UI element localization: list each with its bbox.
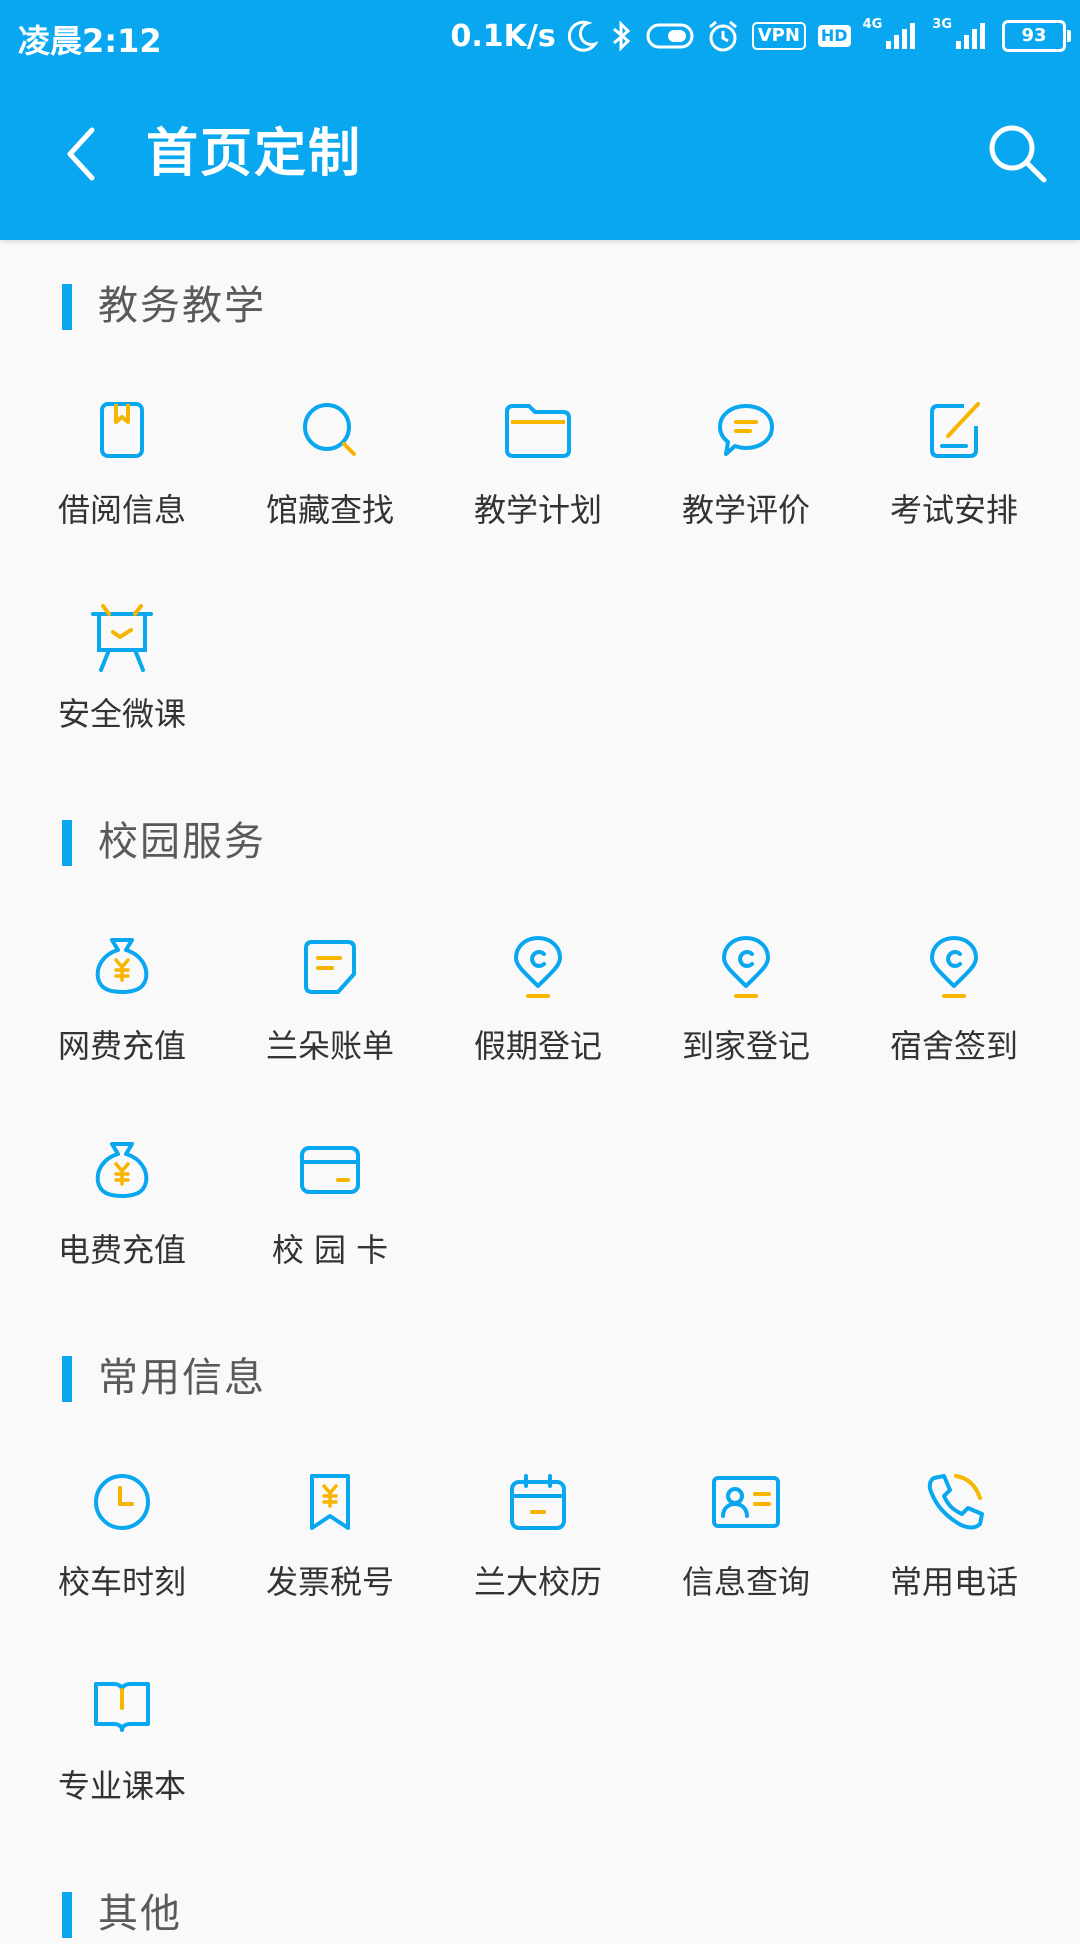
tile-label: 常用电话 [889, 1563, 1018, 1601]
tile-label: 校 园 卡 [271, 1231, 389, 1269]
location-pin-icon [716, 936, 776, 998]
moon-icon [567, 20, 598, 52]
tile-label: 校车时刻 [57, 1563, 186, 1601]
section-header: 其他 [0, 1884, 1080, 1944]
bluetooth-icon [610, 19, 634, 53]
section-marker [62, 820, 72, 866]
battery-icon: 93 [1002, 20, 1071, 52]
money-bag-icon [92, 1140, 152, 1200]
book-bookmark-icon [92, 400, 152, 460]
tile-dorm-checkin[interactable]: 宿舍签到 [854, 936, 1054, 1136]
section-marker [62, 284, 72, 330]
signal-icon [884, 21, 920, 51]
section-header: 常用信息 [0, 1348, 1080, 1408]
section-title: 校园服务 [98, 819, 266, 865]
tile-collection-search[interactable]: 馆藏查找 [230, 400, 430, 600]
tile-label: 到家登记 [681, 1027, 810, 1065]
tile-phone-numbers[interactable]: 常用电话 [854, 1472, 1054, 1672]
tile-academic-calendar[interactable]: 兰大校历 [438, 1472, 638, 1672]
section-title: 其他 [98, 1891, 182, 1937]
tile-landuo-bill[interactable]: 兰朵账单 [230, 936, 430, 1136]
folder-icon [505, 400, 571, 460]
signal-icon [954, 21, 990, 51]
clock-icon [92, 1472, 152, 1532]
tile-label: 宿舍签到 [889, 1027, 1018, 1065]
status-time: 凌晨2:12 [18, 22, 162, 60]
tile-teaching-evaluation[interactable]: 教学评价 [646, 400, 846, 600]
tile-label: 借阅信息 [57, 491, 186, 529]
search-button[interactable] [984, 120, 1052, 188]
card-icon [300, 1140, 360, 1200]
toggle-icon [646, 22, 694, 50]
tile-safety-course[interactable]: 安全微课 [22, 604, 222, 804]
easel-board-icon [91, 604, 153, 672]
tile-info-query[interactable]: 信息查询 [646, 1472, 846, 1672]
calendar-icon [508, 1472, 568, 1532]
network-type-2: 3G [932, 16, 952, 32]
magnifier-icon [300, 400, 360, 460]
section-marker [62, 1892, 72, 1938]
search-icon [989, 125, 1047, 183]
section-header: 教务教学 [0, 276, 1080, 336]
tile-network-recharge[interactable]: 网费充值 [22, 936, 222, 1136]
tile-label: 兰朵账单 [265, 1027, 394, 1065]
tile-label: 专业课本 [57, 1767, 186, 1805]
chevron-left-icon [67, 127, 95, 181]
bill-icon [300, 936, 360, 996]
back-button[interactable] [58, 124, 118, 184]
vpn-badge: VPN [751, 22, 806, 50]
tile-label: 假期登记 [473, 1027, 602, 1065]
hd-badge: HD [817, 25, 851, 47]
ticket-yen-icon [300, 1472, 360, 1532]
phone-icon [924, 1472, 984, 1532]
tile-label: 兰大校历 [473, 1563, 602, 1601]
money-bag-icon [92, 936, 152, 996]
location-pin-icon [508, 936, 568, 998]
section-header: 校园服务 [0, 812, 1080, 872]
app-bar: 首页定制 [0, 72, 1080, 240]
tile-electricity-recharge[interactable]: 电费充值 [22, 1140, 222, 1340]
tile-label: 信息查询 [681, 1563, 810, 1601]
section-title: 教务教学 [98, 283, 266, 329]
network-type-1: 4G [862, 16, 883, 32]
edit-note-icon [924, 400, 984, 460]
tile-label: 考试安排 [889, 491, 1018, 529]
tile-label: 发票税号 [265, 1563, 394, 1601]
tile-label: 电费充值 [57, 1231, 186, 1269]
tile-label: 馆藏查找 [265, 491, 394, 529]
page-title: 首页定制 [146, 124, 363, 184]
tile-textbooks[interactable]: 专业课本 [22, 1676, 222, 1876]
status-icons: 0.1K/s VPN HD 4G 3G 93 [450, 12, 1071, 60]
tile-borrow-info[interactable]: 借阅信息 [22, 400, 222, 600]
section-marker [62, 1356, 72, 1402]
id-card-icon [712, 1472, 780, 1532]
tile-invoice-tax[interactable]: 发票税号 [230, 1472, 430, 1672]
status-bar: 凌晨2:12 0.1K/s VPN HD 4G 3G 93 [0, 0, 1080, 72]
tile-home-register[interactable]: 到家登记 [646, 936, 846, 1136]
tile-label: 教学计划 [473, 491, 602, 529]
location-pin-icon [924, 936, 984, 998]
tile-label: 教学评价 [681, 491, 810, 529]
tile-holiday-register[interactable]: 假期登记 [438, 936, 638, 1136]
tile-teaching-plan[interactable]: 教学计划 [438, 400, 638, 600]
tile-campus-card[interactable]: 校 园 卡 [230, 1140, 430, 1340]
section-title: 常用信息 [98, 1355, 266, 1401]
tile-label: 安全微课 [57, 695, 186, 733]
tile-exam-schedule[interactable]: 考试安排 [854, 400, 1054, 600]
tile-bus-schedule[interactable]: 校车时刻 [22, 1472, 222, 1672]
alarm-icon [706, 19, 740, 53]
chat-bubble-icon [716, 400, 776, 460]
tile-label: 网费充值 [57, 1027, 186, 1065]
open-book-icon [92, 1676, 152, 1736]
network-speed: 0.1K/s [450, 18, 556, 54]
